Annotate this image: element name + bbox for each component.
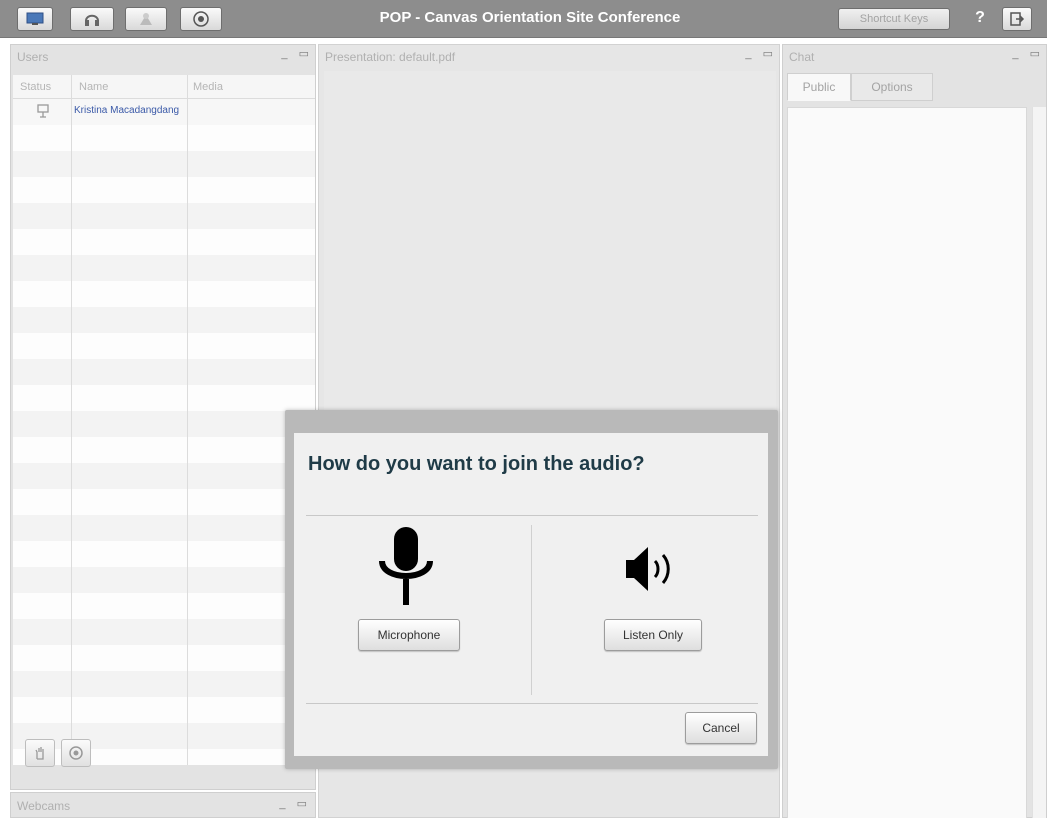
dialog-title: How do you want to join the audio? xyxy=(308,453,645,475)
chat-panel-title: Chat xyxy=(789,50,815,64)
table-row xyxy=(13,671,315,697)
audio-join-dialog: How do you want to join the audio? Micro… xyxy=(294,433,768,756)
logout-button[interactable] xyxy=(1002,7,1032,31)
headset-icon xyxy=(85,14,99,26)
dialog-divider xyxy=(531,525,532,695)
table-row xyxy=(13,307,315,333)
users-panel-header: Users _ ▭ xyxy=(11,45,317,69)
presentation-title: Presentation: default.pdf xyxy=(325,50,456,64)
users-table-header: Status Name Media xyxy=(13,75,315,99)
table-row xyxy=(13,463,315,489)
logout-icon xyxy=(1010,12,1025,26)
presentation-canvas[interactable] xyxy=(324,71,776,411)
column-header-status[interactable]: Status xyxy=(20,81,51,93)
record-button[interactable] xyxy=(180,7,222,31)
chat-scrollbar[interactable] xyxy=(1032,107,1046,818)
webcams-panel-title: Webcams xyxy=(17,799,71,813)
column-header-media[interactable]: Media xyxy=(193,81,223,93)
presentation-panel-header: Presentation: default.pdf _ ▭ xyxy=(319,45,781,69)
users-panel-window-controls[interactable]: _ ▭ xyxy=(281,47,313,60)
tab-options[interactable]: Options xyxy=(851,73,933,101)
hand-icon xyxy=(35,747,44,760)
users-panel: Users _ ▭ Status Name Media Kristina Mac… xyxy=(10,44,316,790)
settings-icon xyxy=(69,746,83,760)
record-icon xyxy=(193,11,209,27)
presenter-icon xyxy=(37,104,49,118)
webcam-button[interactable] xyxy=(125,7,167,31)
webcams-panel-window-controls[interactable]: _ ▭ xyxy=(279,797,311,810)
speaker-icon xyxy=(626,547,670,591)
microphone-icon xyxy=(379,527,433,605)
chat-message-area[interactable] xyxy=(787,107,1027,818)
column-divider xyxy=(71,75,72,765)
tab-public[interactable]: Public xyxy=(787,73,851,101)
top-toolbar: POP - Canvas Orientation Site Conference… xyxy=(0,0,1047,38)
table-row xyxy=(13,723,315,749)
chat-panel-header: Chat _ ▭ xyxy=(783,45,1047,69)
user-name[interactable]: Kristina Macadangdang xyxy=(74,105,186,116)
settings-button[interactable] xyxy=(61,739,91,767)
webcams-panel-header: Webcams _ ▭ xyxy=(10,792,316,818)
table-row xyxy=(13,515,315,541)
dialog-divider xyxy=(306,703,758,704)
conference-title: POP - Canvas Orientation Site Conference xyxy=(379,9,681,26)
headset-button[interactable] xyxy=(70,7,114,31)
column-header-name[interactable]: Name xyxy=(79,81,108,93)
webcam-icon xyxy=(140,13,152,25)
help-button[interactable]: ? xyxy=(972,9,988,29)
listen-only-button[interactable]: Listen Only xyxy=(604,619,702,651)
chat-panel: Chat _ ▭ Public Options xyxy=(782,44,1047,818)
desktop-share-button[interactable] xyxy=(17,7,53,31)
desktop-icon xyxy=(26,12,44,25)
presentation-window-controls[interactable]: _ ▭ xyxy=(745,47,777,60)
table-row xyxy=(13,255,315,281)
users-table: Status Name Media Kristina Macadangdang xyxy=(13,75,315,765)
column-divider xyxy=(187,75,188,765)
table-row xyxy=(13,203,315,229)
cancel-button[interactable]: Cancel xyxy=(685,712,757,744)
table-row xyxy=(13,411,315,437)
raise-hand-button[interactable] xyxy=(25,739,55,767)
chat-window-controls[interactable]: _ ▭ xyxy=(1012,47,1044,60)
table-row xyxy=(13,151,315,177)
table-row xyxy=(13,619,315,645)
dialog-divider xyxy=(306,515,758,516)
table-row xyxy=(13,567,315,593)
table-row xyxy=(13,359,315,385)
microphone-button[interactable]: Microphone xyxy=(358,619,460,651)
users-panel-title: Users xyxy=(17,50,49,64)
shortcut-keys-button[interactable]: Shortcut Keys xyxy=(838,8,950,30)
